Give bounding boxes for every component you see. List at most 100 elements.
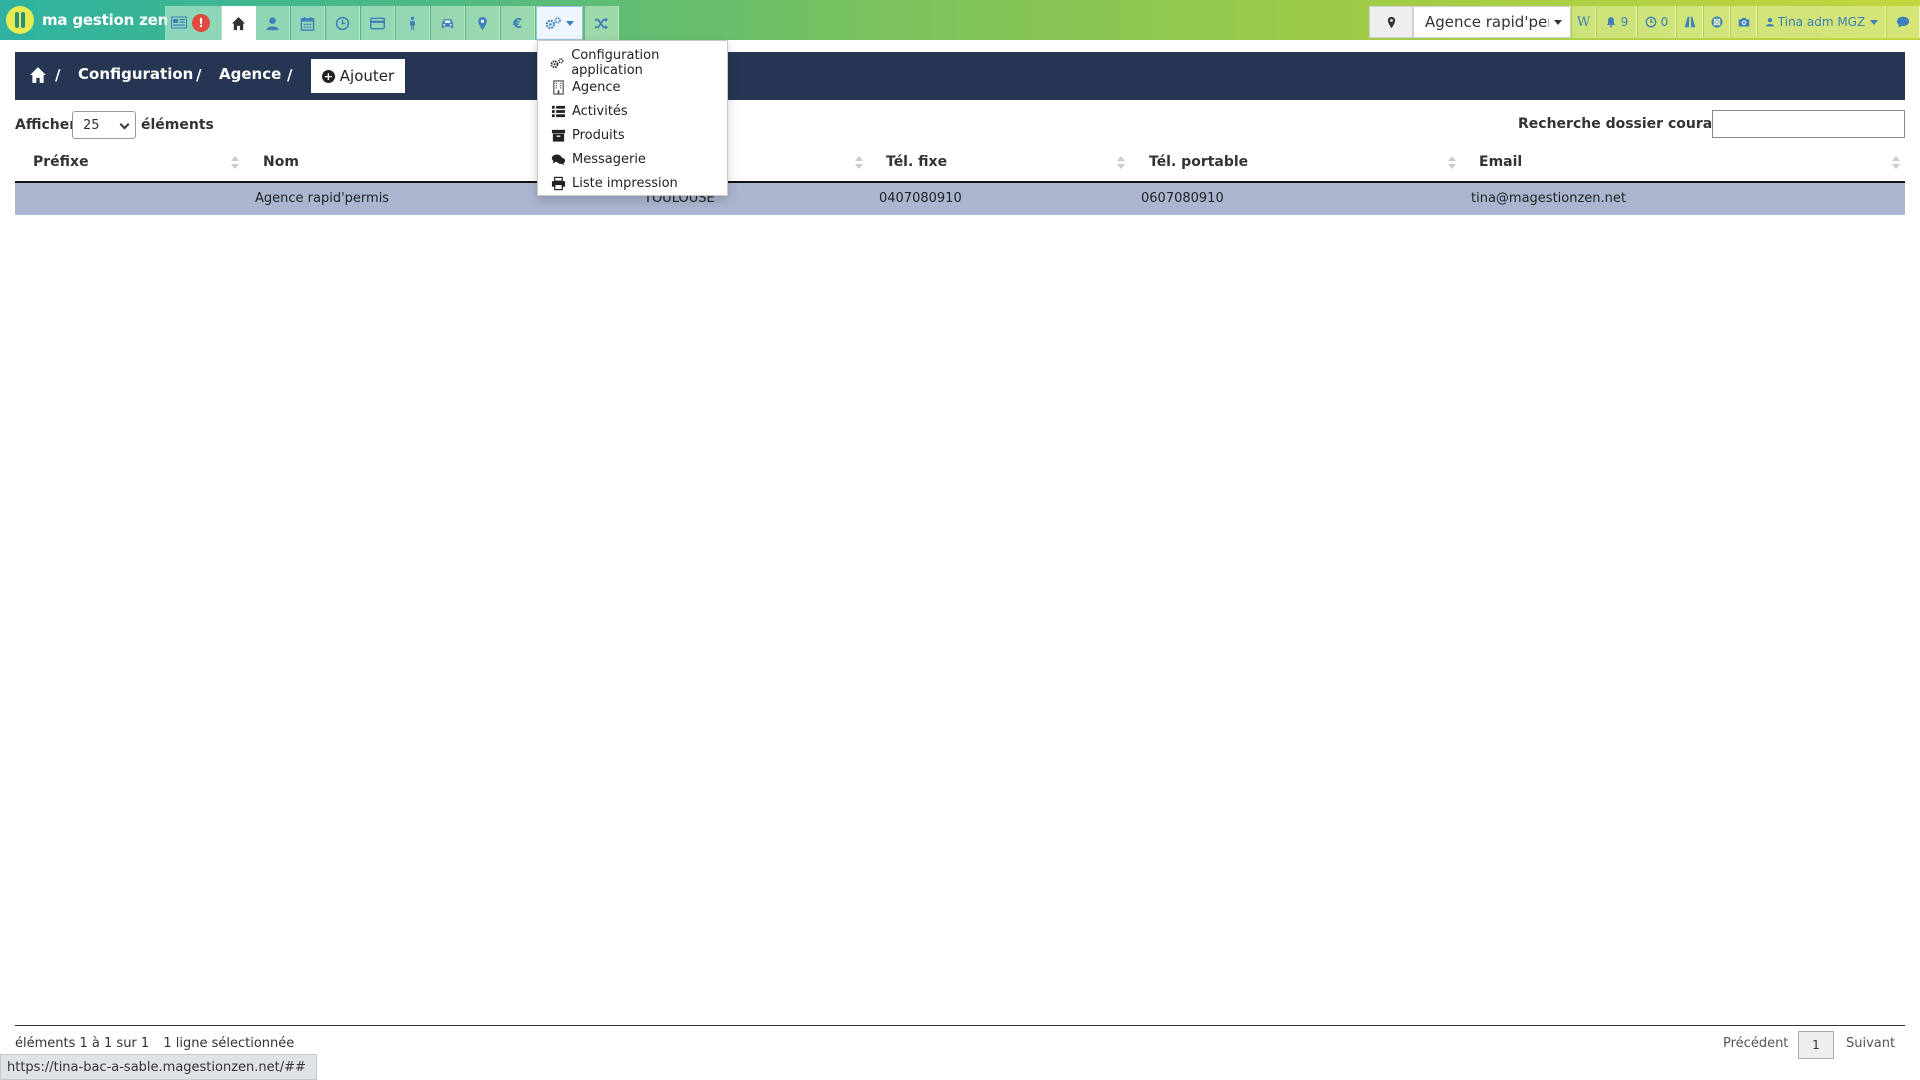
- wiki-button[interactable]: W: [1572, 6, 1596, 38]
- column-header-tel-fixe[interactable]: Tél. fixe: [886, 154, 947, 170]
- nav-instructors[interactable]: [396, 6, 430, 40]
- notifications-button[interactable]: 9: [1597, 6, 1637, 38]
- nav-finance[interactable]: €: [501, 6, 535, 40]
- cell-nom: Agence rapid'permis: [255, 191, 390, 206]
- comments-icon: [551, 154, 565, 165]
- road-icon: [1684, 16, 1695, 28]
- sort-icon[interactable]: [231, 156, 239, 170]
- cell-email: tina@magestionzen.net: [1471, 191, 1626, 206]
- menu-item-label: Agence: [572, 79, 621, 95]
- chevron-down-icon: [1554, 19, 1562, 25]
- menu-item-label: Liste impression: [572, 175, 678, 191]
- breadcrumb-separator: /: [196, 66, 202, 84]
- browser-status-url: https://tina-bac-a-sable.magestionzen.ne…: [0, 1054, 317, 1080]
- screenshot-button[interactable]: [1731, 6, 1757, 38]
- agency-select[interactable]: Agence rapid'permis: [1413, 6, 1571, 38]
- user-name: Tina adm MGZ: [1777, 15, 1866, 29]
- chevron-down-icon: [119, 119, 130, 130]
- pagination-previous[interactable]: Précédent: [1723, 1036, 1788, 1051]
- nav-settings-dropdown[interactable]: [536, 6, 583, 40]
- nav-vehicles[interactable]: [431, 6, 465, 40]
- search-input[interactable]: [1712, 110, 1905, 138]
- chevron-down-icon: [1870, 19, 1879, 25]
- bell-icon: [1606, 17, 1615, 28]
- building-icon: [552, 79, 564, 95]
- add-button[interactable]: + Ajouter: [311, 59, 405, 93]
- calendar-icon: [300, 16, 315, 31]
- gears-icon: [545, 16, 561, 29]
- print-icon: [551, 176, 565, 190]
- euro-icon: €: [512, 17, 522, 31]
- menu-item-label: Produits: [572, 127, 625, 143]
- sort-icon[interactable]: [1448, 156, 1456, 170]
- menu-item-configuration-application[interactable]: Configuration application: [538, 48, 727, 78]
- news-alerts-button[interactable]: !: [165, 6, 222, 40]
- sort-icon[interactable]: [1117, 156, 1125, 170]
- menu-item-liste-impression[interactable]: Liste impression: [538, 171, 727, 195]
- list-icon: [551, 105, 565, 117]
- clock-icon: [1645, 16, 1657, 28]
- pagination-next[interactable]: Suivant: [1846, 1036, 1895, 1051]
- agency-location-button[interactable]: [1369, 6, 1413, 38]
- top-navbar: ma gestion zen ! € Agence rapid'pe W 9 0…: [0, 0, 1920, 40]
- person-standing-icon: [410, 16, 415, 30]
- pending-count: 0: [1660, 15, 1669, 29]
- table-info: éléments 1 à 1 sur 1 1 ligne sélectionné…: [15, 1036, 294, 1051]
- lifebuoy-icon: [1711, 16, 1722, 28]
- page-length-select[interactable]: 25: [72, 111, 136, 139]
- nav-students[interactable]: [256, 6, 290, 40]
- camera-icon: [1738, 17, 1749, 27]
- nav-home[interactable]: [222, 6, 256, 40]
- user-menu[interactable]: Tina adm MGZ: [1758, 6, 1886, 38]
- breadcrumb-separator: /: [287, 66, 293, 84]
- menu-item-messagerie[interactable]: Messagerie: [538, 147, 727, 171]
- column-header-email[interactable]: Email: [1479, 154, 1522, 170]
- page-length-value: 25: [83, 117, 100, 133]
- chat-button[interactable]: [1887, 6, 1920, 38]
- menu-item-produits[interactable]: Produits: [538, 123, 727, 147]
- menu-item-label: Configuration application: [571, 48, 660, 78]
- nav-locations[interactable]: [466, 6, 500, 40]
- user-icon: [1765, 17, 1774, 27]
- add-button-label: Ajouter: [339, 67, 395, 85]
- length-label-prefix: Afficher: [15, 117, 77, 133]
- app-logo[interactable]: ma gestion zen: [6, 6, 168, 34]
- home-icon[interactable]: [29, 66, 47, 84]
- archive-icon: [551, 129, 565, 142]
- cell-tel-portable: 0607080910: [1141, 191, 1224, 206]
- column-header-prefixe[interactable]: Préfixe: [33, 154, 89, 170]
- menu-item-label: Activités: [572, 103, 628, 119]
- menu-item-label: Messagerie: [572, 151, 646, 167]
- nav-calendar[interactable]: [291, 6, 325, 40]
- breadcrumb-agence[interactable]: Agence: [219, 65, 281, 83]
- search-label: Recherche dossier courant :: [1518, 116, 1740, 132]
- user-icon: [266, 16, 279, 30]
- sort-icon[interactable]: [855, 156, 863, 170]
- breadcrumb-configuration[interactable]: Configuration: [78, 65, 193, 83]
- wikipedia-icon: W: [1576, 14, 1591, 30]
- nav-planning[interactable]: [326, 6, 360, 40]
- car-icon: [441, 18, 454, 28]
- nav-switch[interactable]: [585, 6, 619, 40]
- random-icon: [594, 16, 609, 30]
- nav-payments[interactable]: [361, 6, 395, 40]
- gears-icon: [550, 57, 564, 68]
- cell-tel-fixe: 0407080910: [879, 191, 962, 206]
- length-label-suffix: éléments: [141, 117, 214, 133]
- menu-item-activites[interactable]: Activités: [538, 99, 727, 123]
- chevron-down-icon: [566, 20, 574, 26]
- logo-mark-icon: [6, 6, 34, 34]
- app-name: ma gestion zen: [42, 11, 169, 29]
- column-header-tel-portable[interactable]: Tél. portable: [1149, 154, 1248, 170]
- support-button[interactable]: [1704, 6, 1730, 38]
- menu-item-agence[interactable]: Agence: [538, 75, 727, 99]
- pagination-page-1[interactable]: 1: [1798, 1031, 1834, 1059]
- home-icon: [231, 16, 246, 30]
- sort-icon[interactable]: [1892, 156, 1900, 170]
- pending-tasks-button[interactable]: 0: [1638, 6, 1676, 38]
- road-button[interactable]: [1677, 6, 1703, 38]
- column-header-nom[interactable]: Nom: [263, 154, 299, 170]
- plus-circle-icon: +: [321, 69, 335, 83]
- clock-icon: [335, 16, 350, 30]
- map-marker-icon: [1387, 16, 1395, 28]
